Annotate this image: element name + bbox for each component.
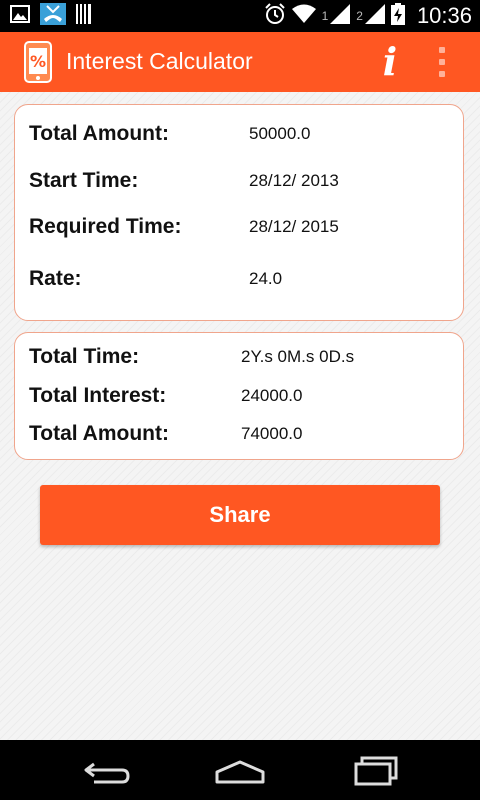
- overflow-menu-icon[interactable]: [430, 42, 454, 82]
- rate-row: Rate: 24.0: [15, 264, 463, 294]
- back-icon[interactable]: [72, 750, 142, 790]
- required-time-value: 28/12/ 2015: [249, 217, 339, 236]
- total-time-row: Total Time: 2Y.s 0M.s 0D.s: [15, 342, 463, 372]
- action-bar: % Interest Calculator i: [0, 32, 480, 92]
- svg-text:%: %: [30, 52, 46, 71]
- image-icon: [10, 4, 30, 28]
- start-time-label: Start Time:: [29, 169, 139, 192]
- total-interest-row: Total Interest: 24000.0: [15, 381, 463, 411]
- sim2-label: 2: [356, 9, 363, 23]
- input-card: Total Amount: 50000.0 Start Time: 28/12/…: [14, 104, 464, 321]
- navigation-bar: [0, 740, 480, 800]
- barcode-icon: [76, 3, 92, 29]
- required-time-row: Required Time: 28/12/ 2015: [15, 212, 463, 242]
- clock: 10:36: [416, 3, 472, 28]
- total-amount-row: Total Amount: 50000.0: [15, 119, 463, 149]
- result-total-amount-value: 74000.0: [241, 424, 303, 443]
- rate-value: 24.0: [249, 269, 283, 288]
- start-time-row: Start Time: 28/12/ 2013: [15, 166, 463, 196]
- signal-icon: [364, 3, 385, 29]
- total-amount-label: Total Amount:: [29, 122, 169, 145]
- status-bar: 1 2 10:36: [0, 0, 480, 32]
- start-time-value: 28/12/ 2013: [249, 171, 339, 190]
- wifi-icon: [291, 4, 316, 29]
- total-amount-value: 50000.0: [249, 124, 311, 143]
- share-button[interactable]: Share: [40, 485, 440, 545]
- result-total-amount-label: Total Amount:: [29, 422, 169, 445]
- result-card: Total Time: 2Y.s 0M.s 0D.s Total Interes…: [14, 332, 464, 460]
- app-title: Interest Calculator: [66, 48, 253, 74]
- rate-label: Rate:: [29, 267, 82, 290]
- sim1-label: 1: [321, 9, 329, 23]
- required-time-label: Required Time:: [29, 215, 182, 238]
- total-time-value: 2Y.s 0M.s 0D.s: [241, 347, 355, 366]
- home-icon[interactable]: [205, 750, 275, 790]
- result-total-amount-row: Total Amount: 74000.0: [15, 419, 463, 449]
- total-interest-label: Total Interest:: [29, 384, 167, 407]
- call-missed-icon: [40, 2, 66, 30]
- info-icon[interactable]: i: [370, 40, 410, 84]
- total-time-label: Total Time:: [29, 345, 140, 368]
- total-interest-value: 24000.0: [241, 386, 303, 405]
- battery-charging-icon: [390, 2, 405, 30]
- app-logo-icon: %: [24, 41, 52, 88]
- signal-icon: [330, 3, 351, 29]
- alarm-icon: [264, 2, 286, 30]
- recents-icon[interactable]: [340, 750, 410, 790]
